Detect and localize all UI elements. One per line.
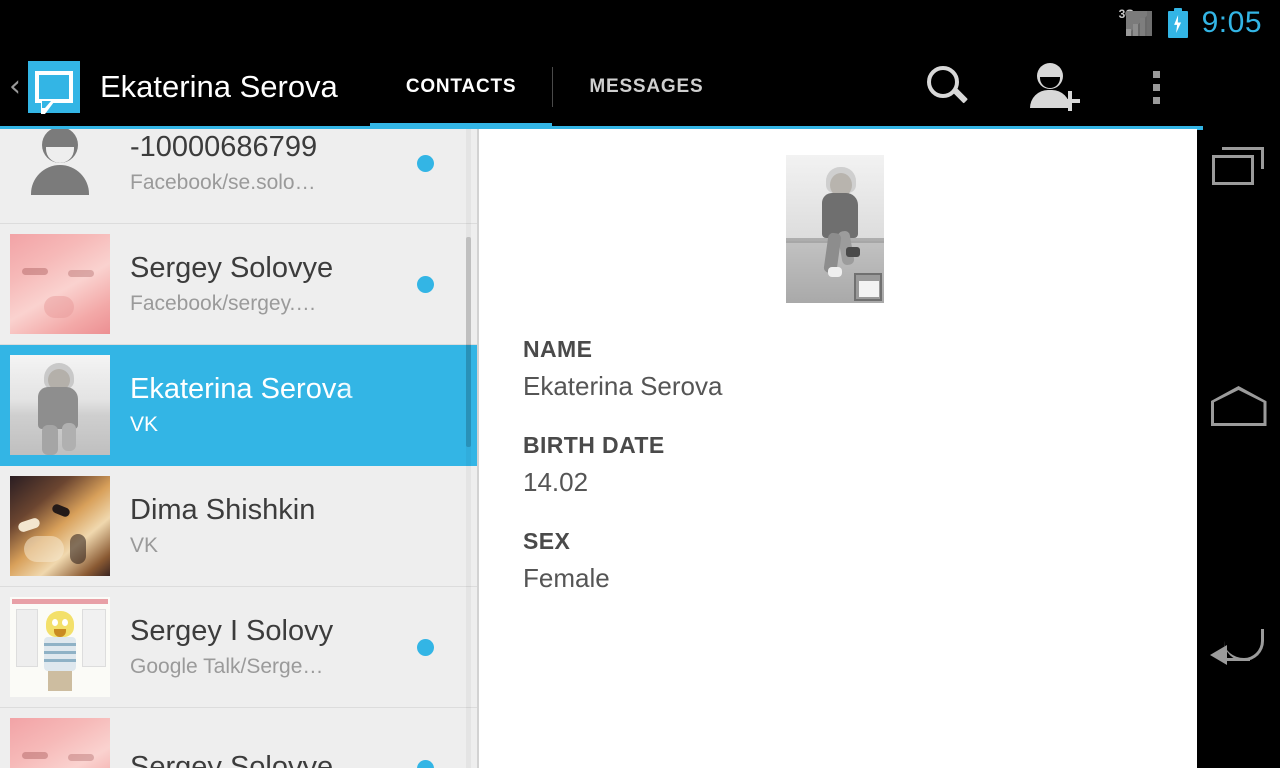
avatar — [10, 718, 110, 768]
contact-row-text: Dima Shishkin VK — [130, 466, 411, 586]
list-scrollbar-thumb[interactable] — [466, 237, 471, 447]
signal-bars-icon: 3G — [1118, 7, 1158, 38]
detail-field-sex: SEX Female — [523, 527, 610, 595]
page-title: Ekaterina Serova — [100, 69, 338, 104]
contact-name: Sergey I Solovy — [130, 615, 334, 647]
search-button[interactable] — [896, 46, 1000, 128]
nav-accent-tick — [1197, 126, 1203, 130]
home-button[interactable] — [1197, 286, 1280, 526]
presence-indicator — [417, 154, 434, 172]
contact-account: VK — [130, 413, 159, 436]
field-value: Ekaterina Serova — [523, 371, 723, 401]
detail-field-name: NAME Ekaterina Serova — [523, 335, 722, 403]
device-screen: 3G 9:05 ‹ Ekaterina Serova — [0, 0, 1280, 768]
up-navigation-chevron-icon[interactable]: ‹ — [4, 72, 26, 102]
search-icon — [925, 64, 971, 110]
tab-messages[interactable]: MESSAGES — [553, 46, 739, 128]
contact-list-item[interactable]: -10000686799 Facebook/se.solo… — [0, 129, 478, 224]
contact-name: Sergey Solovye — [130, 252, 334, 284]
contact-list-item-selected[interactable]: Ekaterina Serova VK — [0, 345, 478, 466]
contact-list[interactable]: -10000686799 Facebook/se.solo… Sergey So… — [0, 129, 478, 768]
contact-account: Google Talk/Serge… — [130, 655, 324, 678]
back-button[interactable] — [1197, 526, 1280, 766]
tab-contacts[interactable]: CONTACTS — [369, 46, 553, 128]
avatar — [10, 355, 110, 455]
contact-name: Dima Shishkin — [130, 494, 316, 526]
presence-indicator — [417, 759, 434, 768]
contact-list-item[interactable]: Dima Shishkin VK — [0, 466, 478, 587]
contact-detail-pane: NAME Ekaterina Serova BIRTH DATE 14.02 S… — [479, 129, 1197, 768]
avatar — [10, 476, 110, 576]
list-scrollbar-track[interactable] — [466, 129, 471, 768]
overflow-menu-icon — [1152, 70, 1160, 104]
tab-bar: CONTACTS MESSAGES — [369, 46, 740, 128]
contact-name: Sergey Solovye — [130, 751, 334, 768]
contact-list-item[interactable]: Sergey Solovye Facebook/sergey.… — [0, 224, 478, 345]
person-placeholder-icon — [29, 129, 91, 199]
field-label: BIRTH DATE — [523, 432, 665, 458]
back-icon — [1209, 623, 1268, 669]
contact-row-text: Sergey Solovye Facebook/sergey.… — [130, 224, 411, 344]
presence-indicator — [417, 638, 434, 656]
contact-photo — [786, 155, 884, 303]
contact-list-item[interactable]: Sergey Solovye — [0, 708, 478, 768]
avatar — [10, 597, 110, 697]
presence-indicator — [417, 275, 434, 293]
add-contact-button[interactable] — [1000, 46, 1104, 128]
field-value: 14.02 — [523, 467, 589, 497]
contact-account: Facebook/sergey.… — [130, 292, 317, 315]
contact-row-text: -10000686799 Facebook/se.solo… — [130, 129, 411, 223]
home-icon — [1210, 386, 1267, 426]
detail-field-birth-date: BIRTH DATE 14.02 — [523, 431, 665, 499]
contact-row-text: Sergey Solovye — [130, 708, 411, 768]
signal-strength-bars — [1125, 10, 1156, 36]
field-value: Female — [523, 563, 610, 593]
contact-name: -10000686799 — [130, 131, 318, 163]
contact-account: VK — [130, 534, 159, 557]
contact-row-text: Sergey I Solovy Google Talk/Serge… — [130, 587, 411, 707]
battery-charging-icon — [1167, 8, 1188, 38]
field-label: NAME — [523, 336, 593, 362]
contact-name: Ekaterina Serova — [130, 373, 353, 405]
system-navigation-bar — [1197, 46, 1280, 768]
main-content: -10000686799 Facebook/se.solo… Sergey So… — [0, 129, 1197, 768]
action-bar: ‹ Ekaterina Serova CONTACTS MESSAGES — [0, 46, 1280, 128]
contact-list-item[interactable]: Sergey I Solovy Google Talk/Serge… — [0, 587, 478, 708]
field-label: SEX — [523, 528, 571, 554]
recents-button[interactable] — [1197, 46, 1280, 286]
status-bar-clock: 9:05 — [1201, 6, 1262, 39]
recents-icon — [1211, 145, 1266, 187]
contact-row-text: Ekaterina Serova VK — [130, 345, 411, 465]
avatar — [10, 234, 110, 334]
contact-account: Facebook/se.solo… — [130, 171, 316, 194]
status-bar-icons: 3G 9:05 — [1118, 6, 1262, 39]
overflow-menu-button[interactable] — [1104, 46, 1208, 128]
app-logo-chat-bubble-icon[interactable] — [28, 61, 80, 114]
avatar — [10, 129, 110, 213]
add-contact-icon — [1024, 63, 1080, 111]
status-bar: 3G 9:05 — [0, 0, 1280, 46]
